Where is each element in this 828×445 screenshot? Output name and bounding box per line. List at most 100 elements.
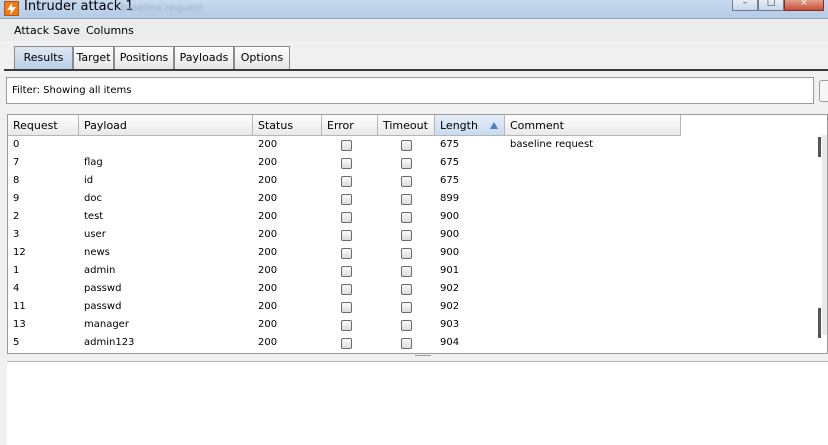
minimize-button[interactable]: – — [732, 0, 758, 11]
cell-payload — [79, 136, 253, 154]
col-timeout[interactable]: Timeout — [378, 115, 435, 136]
cell-length: 901 — [440, 265, 460, 276]
cell-error — [322, 190, 378, 208]
results-table: Request Payload Status Error Timeout Len… — [7, 114, 828, 354]
col-request[interactable]: Request — [8, 115, 79, 136]
cell-status: 200 — [258, 265, 278, 276]
col-payload[interactable]: Payload — [79, 115, 253, 136]
error-checkbox — [341, 176, 352, 187]
table-row[interactable]: 7 flag 200 675 — [8, 154, 681, 172]
col-error[interactable]: Error — [322, 115, 378, 136]
table-row[interactable]: 12 news 200 900 — [8, 244, 681, 262]
cell-error — [322, 334, 378, 352]
table-row[interactable]: 1 admin 200 901 — [8, 262, 681, 280]
cell-request: 7 — [13, 157, 20, 168]
error-checkbox — [341, 194, 352, 205]
cell-comment — [505, 226, 681, 244]
error-checkbox — [341, 302, 352, 313]
col-status[interactable]: Status — [253, 115, 322, 136]
cell-request: 12 — [13, 247, 26, 258]
cell-comment — [505, 208, 681, 226]
error-checkbox — [341, 338, 352, 349]
cell-request: 8 — [13, 175, 20, 186]
cell-payload: manager — [84, 319, 129, 330]
col-length[interactable]: Length — [435, 115, 505, 136]
timeout-checkbox — [401, 176, 412, 187]
cell-timeout — [378, 226, 435, 244]
cell-length: 902 — [440, 301, 460, 312]
table-row[interactable]: 0 200 675 baseline request — [8, 136, 681, 154]
table-row[interactable]: 11 passwd 200 902 — [8, 298, 681, 316]
cell-timeout — [378, 190, 435, 208]
col-comment[interactable]: Comment — [505, 115, 681, 136]
burp-app-icon — [4, 1, 19, 16]
table-body: 0 200 675 baseline request 7 flag 200 675 8 id 200… — [8, 136, 681, 352]
cell-request: 9 — [13, 193, 20, 204]
cell-status: 200 — [258, 139, 278, 150]
cell-request: 11 — [13, 301, 26, 312]
minimize-icon: – — [742, 0, 748, 8]
scroll-thumb-bottom[interactable] — [818, 308, 821, 338]
cell-status: 200 — [258, 283, 278, 294]
cell-length: 899 — [440, 193, 460, 204]
timeout-checkbox — [401, 212, 412, 223]
table-row[interactable]: 13 manager 200 903 — [8, 316, 681, 334]
table-row[interactable]: 8 id 200 675 — [8, 172, 681, 190]
cell-comment: baseline request — [510, 139, 594, 150]
cell-timeout — [378, 298, 435, 316]
menu-attack[interactable]: Attack — [14, 24, 49, 37]
cell-timeout — [378, 280, 435, 298]
table-row[interactable]: 5 admin123 200 904 — [8, 334, 681, 352]
timeout-checkbox — [401, 158, 412, 169]
filter-side-button[interactable] — [819, 80, 828, 102]
scroll-thumb-top[interactable] — [818, 137, 821, 157]
tab-options[interactable]: Options — [234, 46, 290, 69]
vertical-scrollbar[interactable] — [822, 135, 827, 335]
cell-length: 900 — [440, 247, 460, 258]
cell-status: 200 — [258, 247, 278, 258]
cell-error — [322, 136, 378, 154]
menu-bar: Attack Save Columns — [0, 19, 828, 41]
cell-timeout — [378, 244, 435, 262]
table-row[interactable]: 4 passwd 200 902 — [8, 280, 681, 298]
table-row[interactable]: 9 doc 200 899 — [8, 190, 681, 208]
cell-length: 902 — [440, 283, 460, 294]
cell-comment — [505, 316, 681, 334]
sort-ascending-icon — [490, 122, 498, 129]
cell-request: 13 — [13, 319, 26, 330]
table-row[interactable]: 3 user 200 900 — [8, 226, 681, 244]
tab-target[interactable]: Target — [73, 46, 114, 69]
close-button[interactable]: × — [784, 0, 824, 11]
maximize-button[interactable]: □ — [758, 0, 784, 11]
cell-status: 200 — [258, 211, 278, 222]
timeout-checkbox — [401, 194, 412, 205]
timeout-checkbox — [401, 302, 412, 313]
tab-payloads[interactable]: Payloads — [174, 46, 234, 69]
error-checkbox — [341, 248, 352, 259]
cell-error — [322, 172, 378, 190]
cell-error — [322, 244, 378, 262]
tab-results[interactable]: Results — [14, 46, 73, 69]
cell-comment — [505, 298, 681, 316]
tab-positions[interactable]: Positions — [114, 46, 174, 69]
timeout-checkbox — [401, 230, 412, 241]
table-row[interactable]: 2 test 200 900 — [8, 208, 681, 226]
timeout-checkbox — [401, 338, 412, 349]
cell-status: 200 — [258, 319, 278, 330]
menu-columns[interactable]: Columns — [86, 24, 134, 37]
col-length-label: Length — [440, 119, 478, 132]
window-title-ghost: baseline request — [120, 3, 204, 14]
filter-text: Filter: Showing all items — [12, 85, 132, 96]
cell-timeout — [378, 208, 435, 226]
error-checkbox — [341, 140, 352, 151]
cell-length: 903 — [440, 319, 460, 330]
timeout-checkbox — [401, 266, 412, 277]
title-bar: Intruder attack 1 baseline request – □ × — [0, 0, 828, 19]
cell-payload: doc — [84, 193, 102, 204]
menu-save[interactable]: Save — [53, 24, 80, 37]
cell-length: 900 — [440, 211, 460, 222]
filter-bar[interactable]: Filter: Showing all items — [6, 77, 814, 104]
cell-comment — [505, 244, 681, 262]
cell-payload: test — [84, 211, 104, 222]
detail-pane — [7, 361, 828, 445]
